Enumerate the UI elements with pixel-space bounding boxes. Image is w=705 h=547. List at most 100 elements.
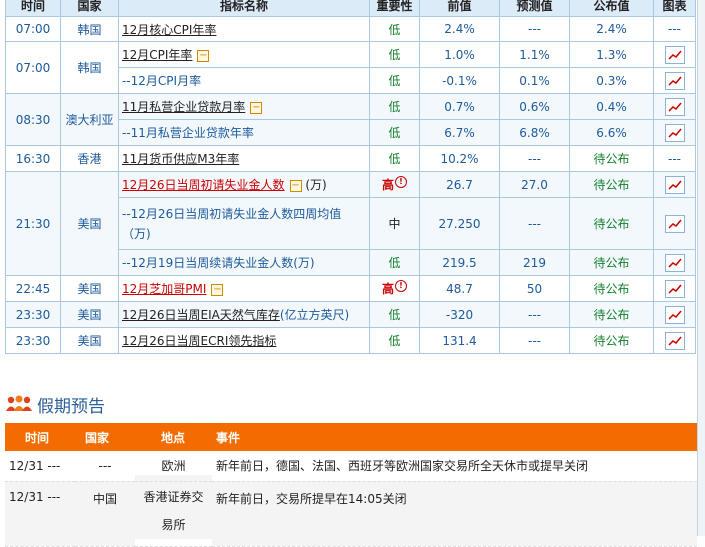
chart-cell [653, 171, 696, 198]
row-country: 澳大利亚 [60, 93, 119, 146]
previous-value: 219.5 [419, 249, 500, 276]
chart-icon[interactable] [664, 214, 685, 233]
chart-icon[interactable] [664, 71, 685, 90]
expand-icon[interactable]: − [211, 283, 224, 296]
indicator-sub: --12月CPI月率 [118, 67, 370, 94]
previous-value: 1.0% [419, 41, 500, 68]
expand-icon[interactable]: − [197, 49, 210, 62]
importance: 低 [369, 119, 420, 146]
row-country: 美国 [60, 275, 119, 302]
expand-icon[interactable]: − [289, 179, 302, 192]
col-indicator[interactable]: 指标名称 [118, 0, 370, 17]
actual-value: 0.4% [569, 93, 654, 120]
col-forecast[interactable]: 预测值 [499, 0, 570, 17]
indicator-cell: 11月私营企业贷款月率 − [118, 93, 370, 120]
chart-cell [653, 301, 696, 328]
indicator-cell: 12月核心CPI年率 [118, 16, 370, 42]
importance: 中 [369, 197, 420, 250]
indicator-link[interactable]: 12月核心CPI年率 [122, 23, 216, 37]
indicator-link[interactable]: 12月26日当周EIA天然气库存 [122, 308, 280, 322]
col-country[interactable]: 国家 [60, 0, 119, 17]
actual-value: 2.4% [569, 16, 654, 42]
holiday-row: 12/31 --- --- 欧洲 新年前日，德国、法国、西班牙等欧洲国家交易所全… [5, 451, 697, 482]
holiday-time: 12/31 --- [5, 451, 75, 482]
chart-placeholder: --- [653, 145, 696, 172]
chart-icon[interactable] [664, 305, 685, 324]
table-header-row: 时间 国家 指标名称 重要性 前值 预测值 公布值 图表 [5, 0, 696, 17]
table-row: 07:00 韩国 12月核心CPI年率 低 2.4% --- 2.4% --- [5, 16, 696, 42]
row-time: 22:45 [5, 275, 61, 302]
forecast-value: 50 [499, 275, 570, 302]
importance: 低 [369, 16, 420, 42]
actual-value: 1.3% [569, 41, 654, 68]
importance: 低 [369, 67, 420, 94]
table-row: 21:30 美国 12月26日当周初请失业金人数 − (万) 高! 26.7 27… [5, 171, 696, 276]
row-time: 16:30 [5, 145, 61, 172]
forecast-value: 0.1% [499, 67, 570, 94]
chart-cell [653, 249, 696, 276]
indicator-link[interactable]: 11月货币供应M3年率 [122, 152, 239, 166]
row-country: 美国 [60, 327, 119, 354]
forecast-value: 0.6% [499, 93, 570, 120]
indicator-cell: 12月26日当周初请失业金人数 − (万) [118, 171, 370, 198]
row-time: 23:30 [5, 301, 61, 328]
indicator-link[interactable]: 12月26日当周ECRI领先指标 [122, 334, 276, 348]
importance: 高 [381, 178, 394, 192]
indicator-link[interactable]: 12月CPI年率 [122, 48, 192, 62]
previous-value: 0.7% [419, 93, 500, 120]
chart-cell [653, 275, 696, 302]
economic-calendar-table: 时间 国家 指标名称 重要性 前值 预测值 公布值 图表 07:00 韩国 12… [5, 0, 696, 354]
previous-value: 10.2% [419, 145, 500, 172]
alert-icon: ! [395, 280, 407, 292]
actual-value: 待公布 [569, 275, 654, 302]
chart-icon[interactable] [664, 331, 685, 350]
actual-value: 0.3% [569, 67, 654, 94]
col-time[interactable]: 时间 [5, 0, 61, 17]
col-previous[interactable]: 前值 [419, 0, 500, 17]
col-actual[interactable]: 公布值 [569, 0, 654, 17]
indicator-link[interactable]: 11月私营企业贷款月率 [122, 100, 245, 114]
actual-value: 待公布 [569, 171, 654, 198]
previous-value: -0.1% [419, 67, 500, 94]
scrollbar[interactable] [697, 0, 705, 536]
importance: 低 [369, 93, 420, 120]
table-row: 23:30 美国 12月26日当周EIA天然气库存(亿立方英尺) 低 -320 … [5, 301, 696, 328]
actual-value: 6.6% [569, 119, 654, 146]
row-country: 美国 [60, 171, 119, 276]
expand-icon[interactable]: − [250, 101, 263, 114]
chart-icon[interactable] [664, 45, 685, 64]
table-row: 08:30 澳大利亚 11月私营企业贷款月率 − 低 0.7% 0.6% 0.4% [5, 93, 696, 146]
indicator-cell: 12月CPI年率 − [118, 41, 370, 68]
forecast-value: 6.8% [499, 119, 570, 146]
holiday-event: 新年前日，德国、法国、西班牙等欧洲国家交易所全天休市或提早关闭 [212, 451, 697, 482]
col-importance[interactable]: 重要性 [369, 0, 420, 17]
holiday-country: 中国 [75, 481, 135, 547]
importance: 低 [369, 327, 420, 354]
chart-icon[interactable] [664, 175, 685, 194]
forecast-value: 219 [499, 249, 570, 276]
previous-value: 48.7 [419, 275, 500, 302]
chart-icon[interactable] [664, 279, 685, 298]
row-country: 韩国 [60, 41, 119, 94]
holiday-row: 12/31 --- 中国 香港证券交易所 新年前日，交易所提早在14:05关闭 [5, 474, 697, 547]
chart-icon[interactable] [664, 97, 685, 116]
row-time: 08:30 [5, 93, 61, 146]
holiday-header-row: 时间 国家 地点 事件 [5, 423, 697, 451]
col-chart[interactable]: 图表 [653, 0, 696, 17]
chart-cell [653, 119, 696, 146]
holiday-title: 假期预告 [37, 396, 105, 417]
table-row: 22:45 美国 12月芝加哥PMI − 高! 48.7 50 待公布 [5, 275, 696, 302]
indicator-link[interactable]: 12月26日当周初请失业金人数 [122, 178, 285, 192]
table-row: 23:30 美国 12月26日当周ECRI领先指标 低 131.4 --- 待公… [5, 327, 696, 354]
chart-icon[interactable] [664, 123, 685, 142]
forecast-value: --- [499, 145, 570, 172]
indicator-sub: --11月私营企业贷款年率 [118, 119, 370, 146]
chart-icon[interactable] [664, 253, 685, 272]
importance: 低 [369, 41, 420, 68]
holiday-event: 新年前日，交易所提早在14:05关闭 [212, 481, 697, 547]
holiday-time: 12/31 --- [5, 481, 75, 547]
actual-value: 待公布 [569, 145, 654, 172]
indicator-link[interactable]: 12月芝加哥PMI [122, 282, 206, 296]
row-time: 23:30 [5, 327, 61, 354]
forecast-value: --- [499, 301, 570, 328]
